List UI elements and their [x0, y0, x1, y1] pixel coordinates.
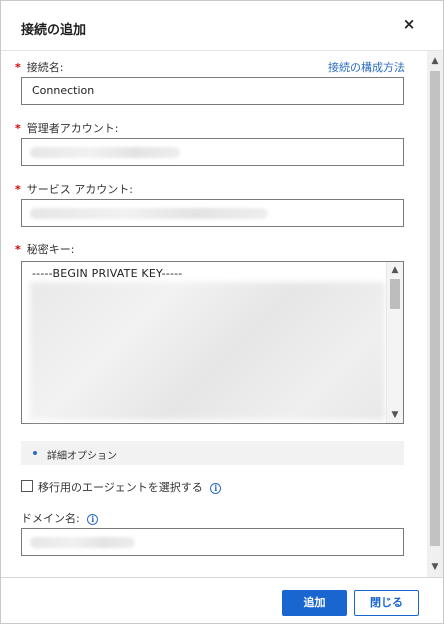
admin-account-label: * 管理者アカウント:	[15, 122, 119, 135]
dialog-title: 接続の追加	[21, 23, 87, 38]
service-account-input[interactable]	[21, 199, 404, 227]
required-marker: *	[15, 122, 21, 135]
add-connection-dialog: 接続の追加 × * 接続名: 接続の構成方法 Connection * 管理者アカウ…	[0, 0, 444, 624]
advanced-options-label: 詳細オプション	[47, 451, 117, 462]
dialog-body: * 接続名: 接続の構成方法 Connection * 管理者アカウント: * サービ…	[1, 51, 427, 577]
textarea-scrollbar[interactable]: ▲ ▼	[386, 262, 403, 423]
dialog-header: 接続の追加 ×	[1, 1, 443, 51]
close-button[interactable]: 閉じる	[354, 590, 419, 616]
textarea-scroll-thumb[interactable]	[390, 279, 400, 309]
chevron-down-icon[interactable]: ▼	[427, 559, 443, 575]
chevron-up-icon[interactable]: ▲	[387, 262, 403, 278]
connection-name-label: * 接続名:	[15, 61, 64, 74]
select-agent-checkbox[interactable]	[21, 480, 33, 492]
dialog-scrollbar[interactable]: ▲ ▼	[427, 51, 443, 577]
select-agent-label: 移行用のエージェントを選択する i	[38, 479, 222, 495]
required-marker: *	[15, 243, 21, 256]
domain-name-input[interactable]	[21, 528, 404, 556]
close-icon[interactable]: ×	[401, 15, 417, 33]
redacted-value	[30, 537, 135, 548]
dialog-footer: 追加 閉じる	[1, 577, 443, 623]
chevron-up-icon[interactable]: ▲	[427, 53, 443, 69]
secret-key-first-line: -----BEGIN PRIVATE KEY-----	[32, 267, 183, 280]
info-icon[interactable]: i	[210, 483, 222, 494]
redacted-value	[30, 208, 268, 219]
required-marker: *	[15, 183, 21, 196]
redacted-value	[30, 282, 385, 420]
add-button[interactable]: 追加	[282, 590, 347, 616]
how-to-configure-link[interactable]: 接続の構成方法	[328, 59, 405, 75]
connection-name-input[interactable]: Connection	[21, 77, 404, 105]
secret-key-textarea[interactable]: -----BEGIN PRIVATE KEY----- ▲ ▼	[21, 261, 404, 424]
domain-name-label: ドメイン名: i	[21, 510, 99, 526]
chevron-down-icon[interactable]: ▼	[387, 407, 403, 423]
admin-account-input[interactable]	[21, 138, 404, 166]
dialog-scroll-thumb[interactable]	[430, 71, 440, 546]
advanced-options-toggle[interactable]: 詳細オプション	[21, 441, 404, 465]
secret-key-label: * 秘密キー:	[15, 243, 75, 256]
bullet-icon	[33, 451, 37, 455]
service-account-label: * サービス アカウント:	[15, 183, 133, 196]
info-icon[interactable]: i	[87, 514, 99, 525]
required-marker: *	[15, 61, 21, 74]
redacted-value	[30, 147, 180, 158]
